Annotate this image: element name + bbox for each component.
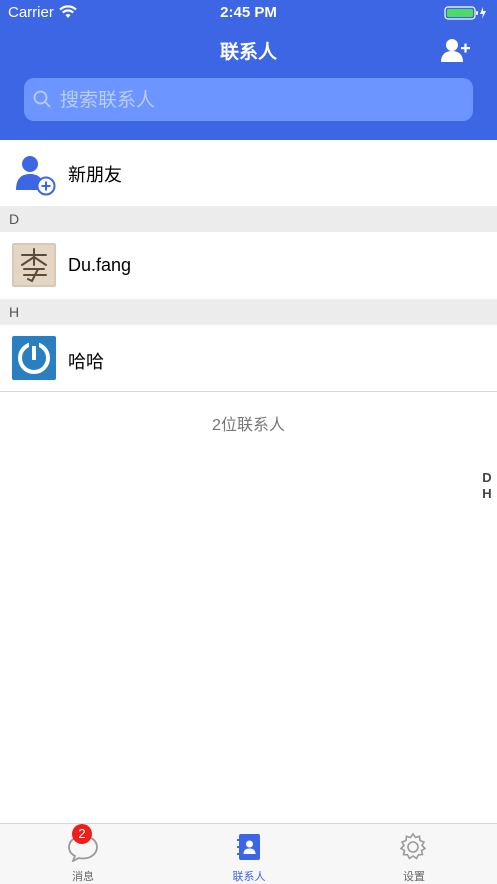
nav-header: Carrier 2:45 PM 联系人 <box>0 0 497 140</box>
search-icon <box>33 90 51 113</box>
tab-messages[interactable]: 2 消息 <box>0 824 166 884</box>
contact-name: 哈哈 <box>68 352 104 372</box>
search-input[interactable] <box>58 78 462 123</box>
add-user-icon <box>441 39 470 62</box>
tab-contacts[interactable]: 联系人 <box>166 824 332 884</box>
index-letter-d[interactable]: D <box>481 470 493 486</box>
battery-icon <box>444 5 488 25</box>
clock: 2:45 PM <box>220 4 277 21</box>
index-letter-h[interactable]: H <box>481 486 493 502</box>
unread-badge: 2 <box>72 824 92 844</box>
new-friend-icon <box>14 154 56 201</box>
contact-count: 2位联系人 <box>212 417 285 434</box>
tab-bar: 2 消息 联系人 设置 <box>0 823 497 884</box>
list-divider <box>0 391 497 392</box>
search-bar[interactable] <box>24 78 473 123</box>
gear-icon <box>398 832 428 867</box>
contact-row-haha[interactable]: 哈哈 <box>0 325 497 392</box>
status-bar: Carrier 2:45 PM <box>0 0 497 26</box>
section-header-h: H <box>0 299 497 325</box>
new-friends-row[interactable]: 新朋友 <box>0 140 497 206</box>
page-title: 联系人 <box>219 42 277 63</box>
power-logo-avatar <box>12 336 56 380</box>
contact-name: Du.fang <box>68 255 132 275</box>
tab-label: 消息 <box>72 871 94 883</box>
tab-label: 联系人 <box>232 871 266 883</box>
new-friends-label: 新朋友 <box>68 165 122 185</box>
calligraphy-avatar <box>12 243 56 287</box>
tab-label: 设置 <box>403 871 425 883</box>
section-header-d: D <box>0 206 497 232</box>
add-contact-button[interactable] <box>441 38 471 64</box>
section-letter: D <box>9 211 20 227</box>
tab-settings[interactable]: 设置 <box>331 824 497 884</box>
section-index-bar[interactable]: D H <box>481 470 493 502</box>
contact-row-dufang[interactable]: Du.fang <box>0 232 497 299</box>
section-letter: H <box>9 304 20 320</box>
contacts-book-icon <box>236 832 262 867</box>
